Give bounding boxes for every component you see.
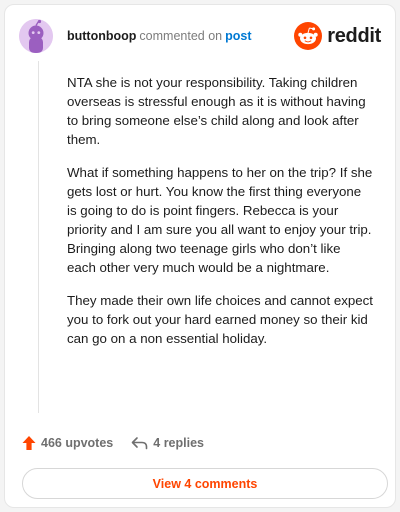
replies-count: 4 replies: [153, 436, 204, 450]
commented-on-text: commented on: [139, 29, 223, 43]
comment-paragraph: What if something happens to her on the …: [67, 165, 373, 275]
upvote-button[interactable]: 466 upvotes: [22, 435, 113, 451]
comment-card: buttonboop commented on post reddit NTA sh…: [4, 4, 396, 508]
avatar[interactable]: [19, 19, 53, 53]
comment-body: NTA she is not your responsibility. Taki…: [67, 73, 373, 362]
comment-paragraph: They made their own life choices and can…: [67, 293, 374, 346]
replies-button[interactable]: 4 replies: [131, 436, 204, 450]
upvote-arrow-icon: [22, 436, 36, 450]
comment-actions: 466 upvotes 4 replies: [22, 433, 204, 453]
view-comments-button[interactable]: View 4 comments: [22, 468, 388, 499]
reply-arrow-icon: [131, 437, 148, 450]
reddit-snoo-icon: [294, 22, 323, 50]
snoo-avatar-icon: [19, 19, 53, 53]
post-link[interactable]: post: [225, 29, 251, 43]
author-line: buttonboop commented on post: [67, 29, 252, 43]
upvote-count: 466 upvotes: [41, 436, 114, 450]
comment-paragraph: NTA she is not your responsibility. Taki…: [67, 75, 366, 147]
reddit-wordmark: reddit: [327, 24, 381, 47]
comment-header: buttonboop commented on post reddit: [17, 19, 383, 55]
thread-line: [38, 61, 39, 413]
reddit-logo[interactable]: reddit: [294, 21, 381, 51]
author-name[interactable]: buttonboop: [67, 29, 136, 43]
